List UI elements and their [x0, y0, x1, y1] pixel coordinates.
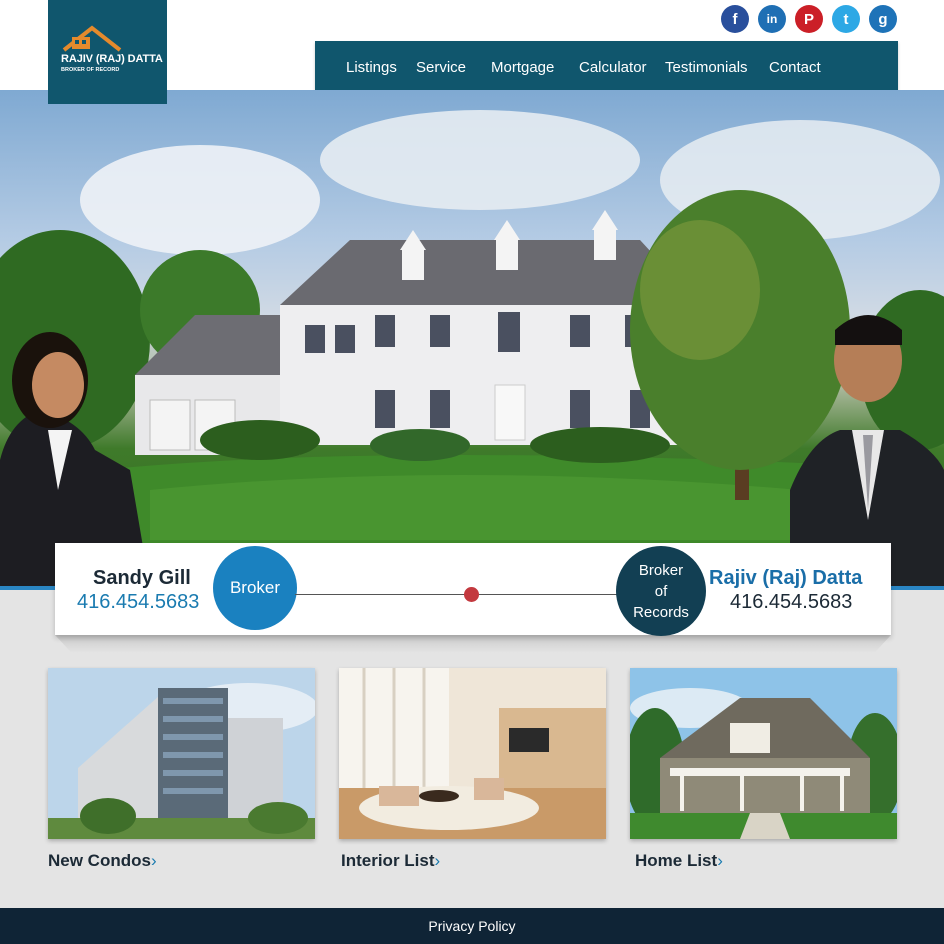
logo-title: RAJIV (RAJ) DATTA — [61, 53, 163, 65]
nav-item-listings[interactable]: Listings — [346, 59, 397, 76]
suburban-home-image — [630, 668, 897, 839]
tile-label-text: Home List — [635, 851, 718, 870]
card-shadow — [55, 635, 891, 653]
social-links: f in P t g — [721, 5, 897, 33]
tile-home-list[interactable] — [630, 668, 897, 839]
interior-room-image — [339, 668, 606, 839]
broker-name-right: Rajiv (Raj) Datta — [709, 567, 863, 589]
tile-label-new-condos[interactable]: New Condos› — [48, 851, 157, 871]
bor-line-1: Broker — [638, 561, 684, 579]
facebook-icon[interactable]: f — [721, 5, 749, 33]
tile-label-home-list[interactable]: Home List› — [635, 851, 723, 871]
tile-label-text: Interior List — [341, 851, 435, 870]
linkedin-icon[interactable]: in — [758, 5, 786, 33]
broker-phone-left[interactable]: 416.454.5683 — [77, 591, 199, 614]
pinterest-icon[interactable]: P — [795, 5, 823, 33]
site-logo[interactable]: RAJIV (RAJ) DATTA BROKER OF RECORD — [48, 0, 167, 104]
tile-interior-list[interactable] — [339, 668, 606, 839]
broker-role-label: Broker — [229, 578, 281, 597]
broker-of-records-badge: Broker of Records — [616, 546, 706, 636]
house-roof-icon — [62, 25, 122, 52]
tile-new-condos[interactable] — [48, 668, 315, 839]
tile-label-interior-list[interactable]: Interior List› — [341, 851, 440, 871]
broker-role-badge: Broker — [213, 546, 297, 630]
logo-subtitle: BROKER OF RECORD — [61, 67, 120, 73]
tile-label-text: New Condos — [48, 851, 151, 870]
hero-house-illustration — [0, 110, 944, 588]
nav-item-testimonials[interactable]: Testimonials — [665, 59, 748, 76]
github-icon[interactable]: g — [869, 5, 897, 33]
bor-line-3: Records — [633, 603, 689, 621]
chevron-right-icon: › — [434, 851, 441, 870]
broker-card: Sandy Gill 416.454.5683 Broker Broker of… — [55, 543, 891, 636]
broker-phone-right[interactable]: 416.454.5683 — [730, 591, 852, 614]
connector-line — [295, 594, 619, 595]
connector-dot — [464, 587, 479, 602]
bor-line-2: of — [654, 582, 668, 600]
nav-item-mortgage[interactable]: Mortgage — [491, 59, 554, 76]
twitter-icon[interactable]: t — [832, 5, 860, 33]
nav-item-calculator[interactable]: Calculator — [579, 59, 647, 76]
privacy-policy-link[interactable]: Privacy Policy — [428, 918, 515, 934]
broker-name-left: Sandy Gill — [93, 567, 191, 589]
hero-image — [0, 90, 944, 588]
main-nav: Listings Service Mortgage Calculator Tes… — [315, 41, 898, 90]
nav-item-service[interactable]: Service — [416, 59, 466, 76]
chevron-right-icon: › — [717, 851, 723, 870]
nav-item-contact[interactable]: Contact — [769, 59, 821, 76]
chevron-right-icon: › — [150, 851, 157, 870]
footer: Privacy Policy — [0, 908, 944, 944]
condo-building-image — [48, 668, 315, 839]
